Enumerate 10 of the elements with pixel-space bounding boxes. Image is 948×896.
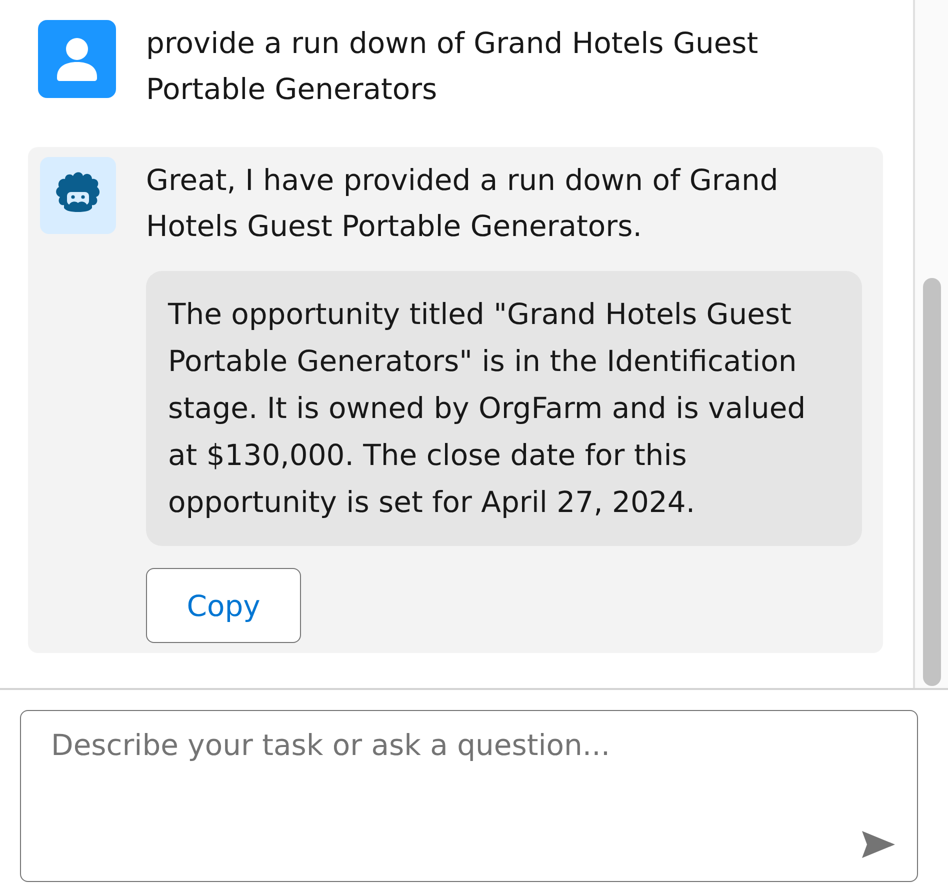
summary-text: The opportunity titled "Grand Hotels Guest Portable Generators" is in the Identification stage. It is owned by OrgFarm and is valued at $130,000. The close date for this opportunity is set for April 27, 2024. <box>168 296 807 521</box>
mustached-face-icon <box>40 157 116 234</box>
user-message-text: provide a run down of Grand Hotels Guest Portable Generators <box>146 25 760 108</box>
message-input[interactable]: Describe your task or ask a question... <box>20 710 918 882</box>
bot-message-text: Great, I have provided a run down of Grand Hotels Guest Portable Generators. <box>146 162 780 245</box>
send-icon <box>862 831 895 858</box>
scrollbar-thumb[interactable] <box>923 278 941 686</box>
send-button[interactable] <box>862 831 895 858</box>
person-icon <box>38 20 116 98</box>
copy-button[interactable]: Copy <box>146 568 301 643</box>
